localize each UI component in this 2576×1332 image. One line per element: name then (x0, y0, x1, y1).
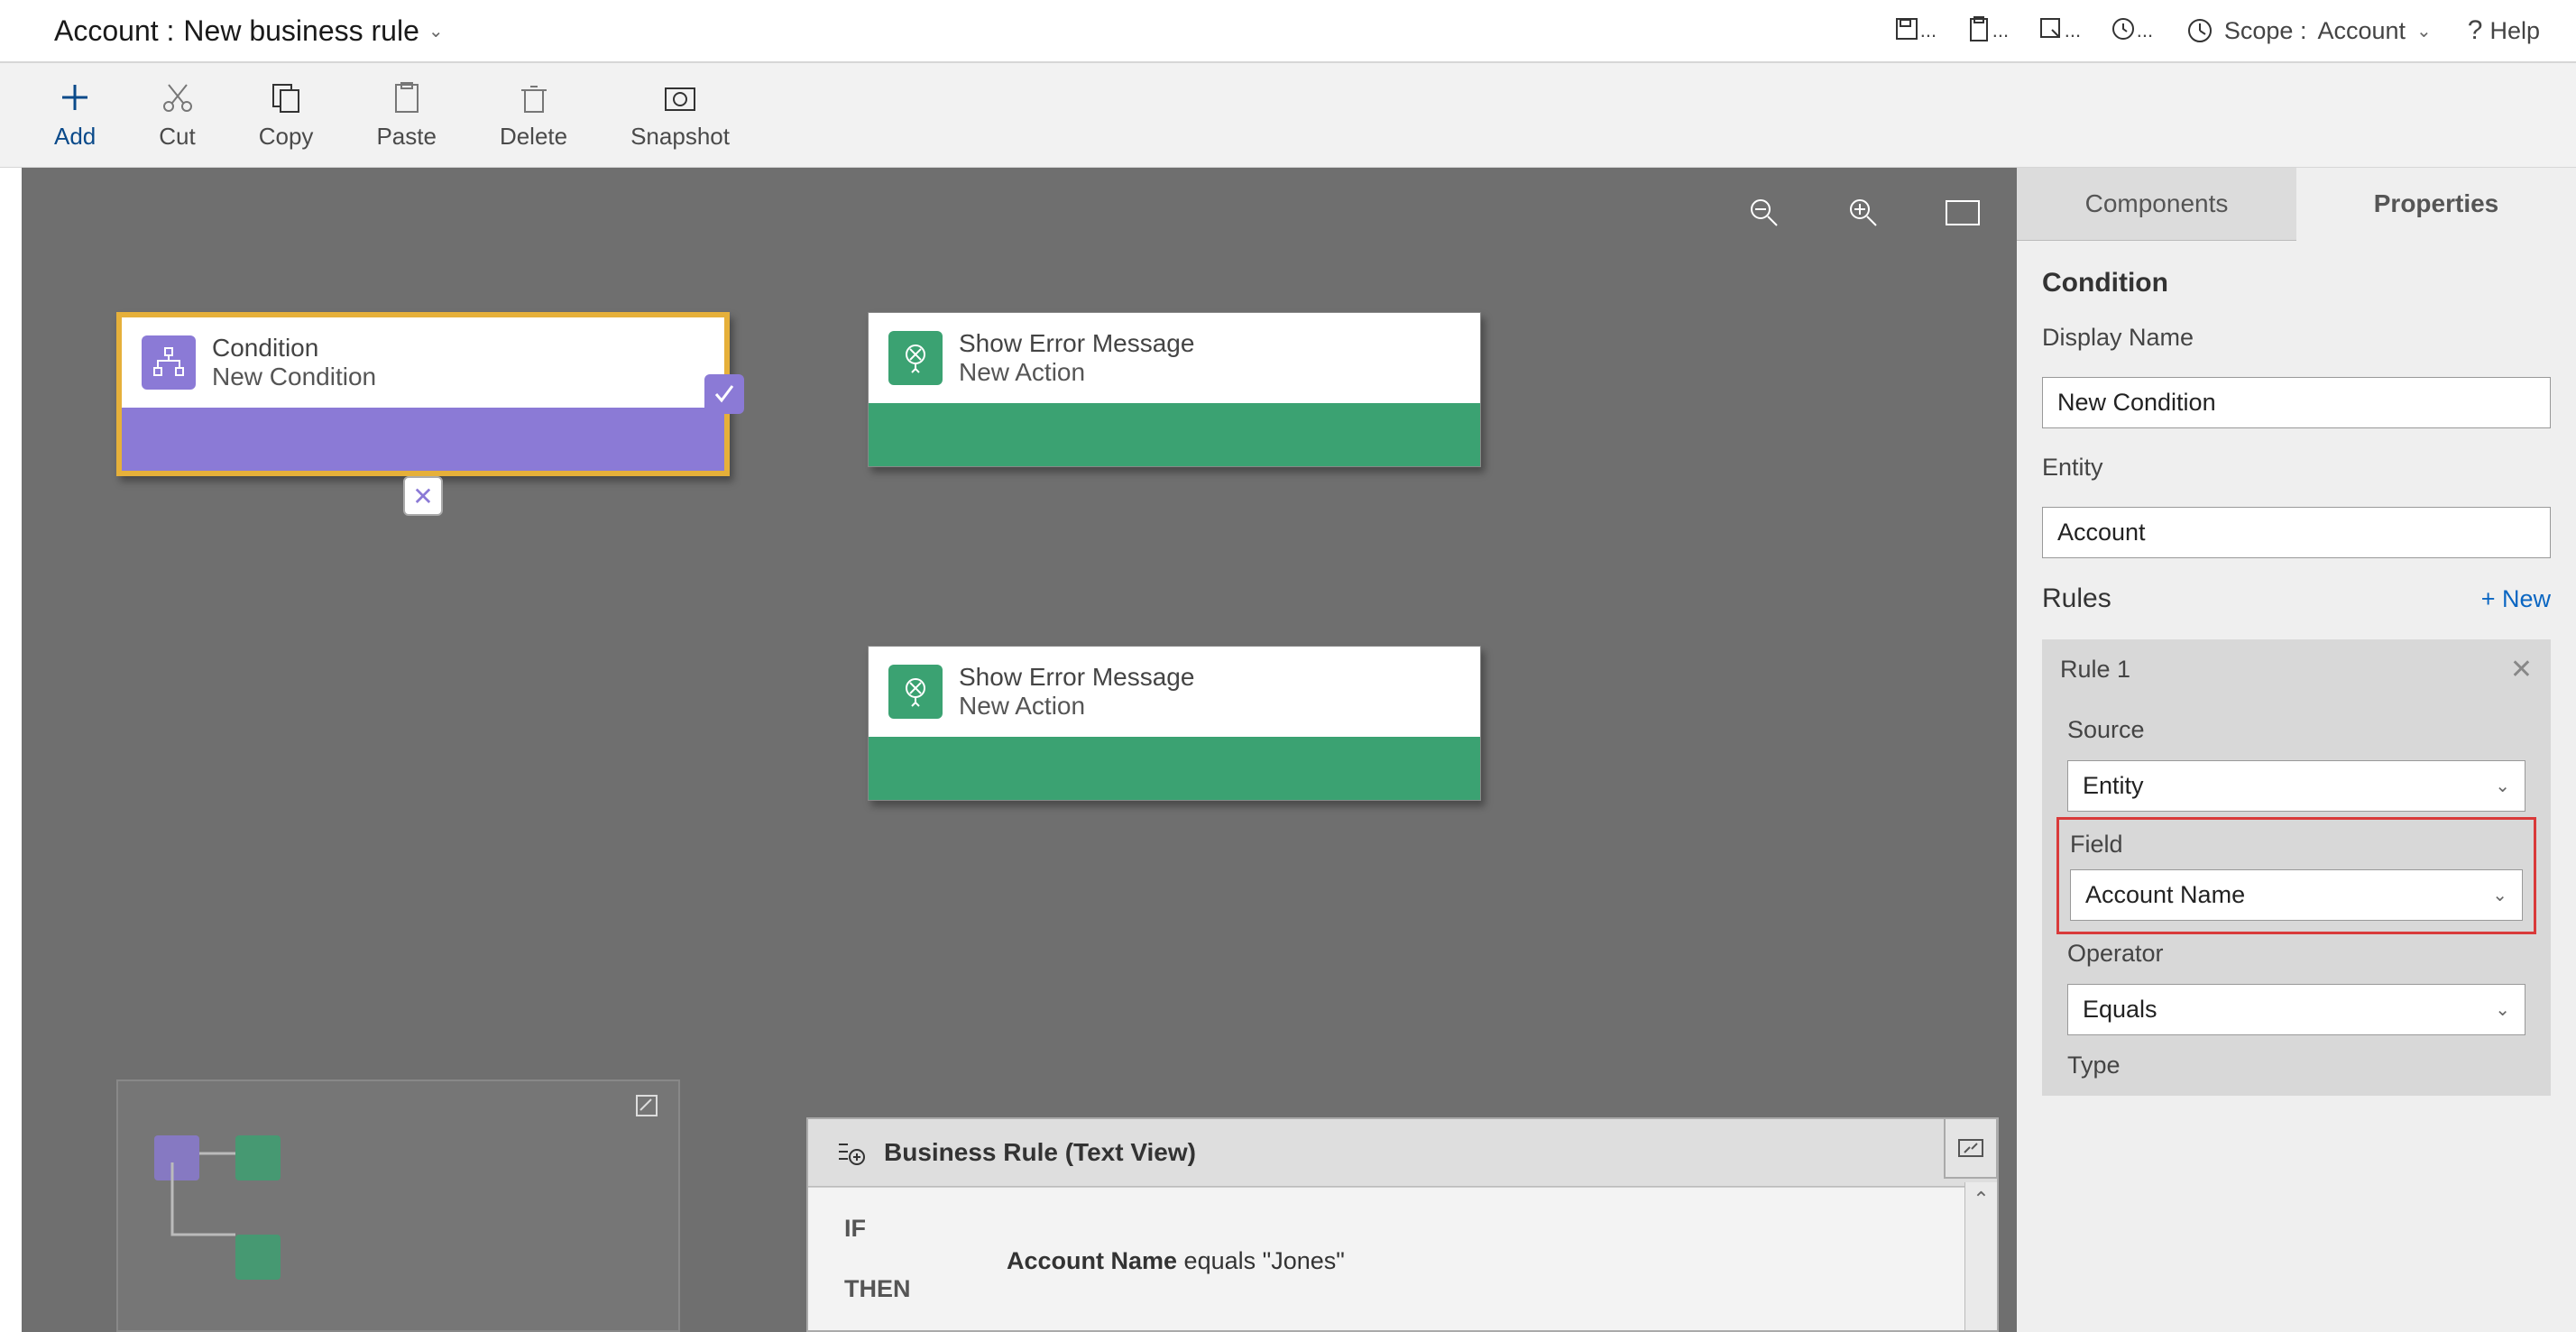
activate-icon[interactable]: ... (2114, 13, 2150, 49)
text-view-expand-button[interactable] (1944, 1117, 1998, 1179)
action2-subtitle: New Action (959, 692, 1194, 721)
action2-title: Show Error Message (959, 663, 1194, 692)
properties-section-title: Condition (2042, 268, 2551, 299)
plus-icon (57, 79, 93, 115)
chevron-down-icon: ⌄ (428, 20, 444, 42)
copy-icon (268, 79, 304, 115)
text-view-panel: Business Rule (Text View) IF THEN Accoun… (806, 1117, 1999, 1332)
false-branch-badge[interactable]: ✕ (403, 476, 443, 516)
delete-label: Delete (500, 123, 567, 151)
title-name: New business rule (183, 14, 419, 48)
display-name-input[interactable] (2042, 377, 2551, 428)
design-canvas[interactable]: Condition New Condition ✕ (22, 168, 2017, 1332)
paste-label: Paste (376, 123, 437, 151)
scissors-icon (160, 79, 196, 115)
help-label: Help (2489, 17, 2540, 45)
trash-icon (516, 79, 552, 115)
camera-icon (662, 79, 698, 115)
rules-label: Rules (2042, 583, 2111, 614)
add-button[interactable]: Add (54, 79, 96, 151)
action-node-2[interactable]: Show Error Message New Action (868, 646, 1481, 801)
copy-button[interactable]: Copy (259, 79, 314, 151)
chevron-down-icon: ⌄ (2492, 884, 2507, 906)
scope-value: Account (2317, 17, 2406, 45)
scope-label: Scope : (2224, 17, 2307, 45)
title-prefix: Account : (54, 14, 174, 48)
field-label: Field (2070, 831, 2523, 859)
save-as-icon[interactable]: ... (2042, 13, 2078, 49)
operator-value: Equals (2083, 996, 2157, 1024)
properties-panel: Components Properties Condition Display … (2017, 168, 2576, 1332)
action-node-1[interactable]: Show Error Message New Action (868, 312, 1481, 467)
source-value: Entity (2083, 772, 2144, 800)
connector-false-h (422, 732, 873, 736)
condition-node[interactable]: Condition New Condition ✕ (116, 312, 730, 476)
error-action-icon (888, 331, 943, 385)
zoom-out-button[interactable] (1746, 195, 1782, 231)
condition-icon (142, 335, 196, 390)
validate-icon[interactable]: ... (1970, 13, 2006, 49)
condition-subtitle: New Condition (212, 363, 376, 391)
rule-1-label: Rule 1 (2060, 656, 2130, 684)
delete-button[interactable]: Delete (500, 79, 567, 151)
entity-label: Entity (2042, 454, 2551, 482)
then-label: THEN (844, 1275, 1007, 1303)
field-select[interactable]: Account Name ⌄ (2070, 869, 2523, 921)
text-view-icon (835, 1137, 866, 1168)
save-icon[interactable]: ... (1898, 13, 1934, 49)
paste-icon (389, 79, 425, 115)
new-rule-button[interactable]: + New (2481, 585, 2551, 613)
zoom-in-button[interactable] (1845, 195, 1881, 231)
field-highlight: Field Account Name ⌄ (2056, 817, 2536, 934)
connector-true (730, 379, 865, 382)
snapshot-label: Snapshot (630, 123, 730, 151)
if-label: IF (844, 1215, 1007, 1243)
minimap[interactable] (116, 1079, 680, 1332)
entity-input[interactable] (2042, 507, 2551, 558)
text-view-title: Business Rule (Text View) (884, 1138, 1196, 1167)
type-label: Type (2067, 1052, 2525, 1079)
help-button[interactable]: ? Help (2468, 15, 2540, 46)
if-field: Account Name (1007, 1247, 1177, 1274)
display-name-label: Display Name (2042, 324, 2551, 352)
toolbar: Add Cut Copy Paste Delete Snapshot (0, 63, 2576, 168)
rule-1-block: Rule 1 ✕ Source Entity ⌄ Field Account Na… (2042, 639, 2551, 1096)
chevron-down-icon: ⌄ (2416, 20, 2432, 42)
field-value: Account Name (2085, 881, 2245, 909)
source-label: Source (2067, 716, 2525, 744)
close-icon[interactable]: ✕ (2510, 654, 2533, 685)
paste-button[interactable]: Paste (376, 79, 437, 151)
action1-title: Show Error Message (959, 329, 1194, 358)
copy-label: Copy (259, 123, 314, 151)
minimap-expand-icon[interactable] (635, 1094, 662, 1121)
clock-icon (2186, 17, 2213, 44)
cut-button[interactable]: Cut (159, 79, 195, 151)
cut-label: Cut (159, 123, 195, 151)
chevron-down-icon: ⌄ (2495, 775, 2510, 797)
tab-properties[interactable]: Properties (2296, 168, 2576, 241)
header-bar: Account : New business rule ⌄ ... ... ..… (0, 0, 2576, 63)
chevron-down-icon: ⌄ (2495, 998, 2510, 1021)
snapshot-button[interactable]: Snapshot (630, 79, 730, 151)
scope-dropdown[interactable]: Scope : Account ⌄ (2186, 17, 2432, 45)
rule-title-dropdown[interactable]: Account : New business rule ⌄ (54, 14, 444, 48)
scroll-up-icon[interactable]: ⌃ (1973, 1188, 1989, 1211)
add-label: Add (54, 123, 96, 151)
tab-components[interactable]: Components (2017, 168, 2296, 241)
question-icon: ? (2468, 15, 2483, 46)
action1-subtitle: New Action (959, 358, 1194, 387)
operator-label: Operator (2067, 940, 2525, 968)
true-branch-badge[interactable] (704, 374, 744, 414)
condition-title: Condition (212, 334, 376, 363)
error-action-icon (888, 665, 943, 719)
if-rest: equals "Jones" (1177, 1247, 1345, 1274)
fit-screen-button[interactable] (1945, 195, 1981, 231)
text-view-scrollbar[interactable]: ⌃ (1964, 1182, 1997, 1330)
connector-false-v (422, 519, 426, 736)
source-select[interactable]: Entity ⌄ (2067, 760, 2525, 812)
operator-select[interactable]: Equals ⌄ (2067, 984, 2525, 1035)
